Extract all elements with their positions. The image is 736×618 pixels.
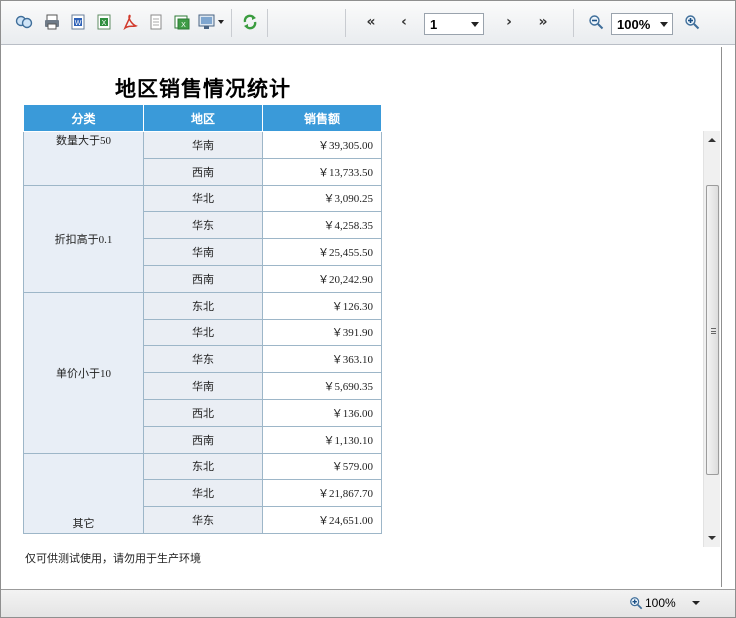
print-icon[interactable] [41, 11, 63, 33]
next-page-button[interactable]: › [501, 11, 517, 33]
page-number-select[interactable]: 1 [424, 13, 484, 35]
zoom-icon [630, 597, 643, 610]
region-cell: 东北 [143, 452, 263, 481]
sales-cell: ￥1,130.10 [262, 425, 382, 454]
table-row: 其它 东北 ￥579.00 [23, 452, 382, 534]
scroll-up-icon[interactable] [708, 138, 716, 142]
table-header-row: 分类 地区 销售额 [23, 104, 382, 132]
last-page-button[interactable]: » [533, 11, 553, 33]
sales-cell: ￥39,305.00 [262, 131, 382, 159]
excel-export-icon[interactable]: X [93, 11, 115, 33]
sales-cell: ￥391.90 [262, 318, 382, 347]
toolbar-separator [345, 9, 346, 37]
region-cell: 西南 [143, 264, 263, 293]
report-title: 地区销售情况统计 [115, 78, 291, 101]
svg-text:X: X [181, 22, 186, 29]
sales-cell: ￥4,258.35 [262, 211, 382, 240]
category-cell: 其它 [23, 452, 144, 534]
region-cell: 西南 [143, 425, 263, 454]
word-export-icon[interactable]: W [67, 11, 89, 33]
prev-page-button[interactable]: ‹ [396, 11, 412, 33]
chevron-down-icon [660, 22, 668, 27]
region-cell: 华东 [143, 506, 263, 534]
toolbar-separator [573, 9, 574, 37]
sales-cell: ￥21,867.70 [262, 479, 382, 508]
region-cell: 华东 [143, 211, 263, 240]
table-row: 折扣高于0.1 华北 ￥3,090.25 [23, 184, 382, 293]
zoom-select[interactable]: 100% [611, 13, 673, 35]
sales-cell: ￥363.10 [262, 345, 382, 374]
region-cell: 华北 [143, 479, 263, 508]
sales-cell: ￥136.00 [262, 398, 382, 427]
chevron-down-icon [471, 22, 479, 27]
region-cell: 华南 [143, 372, 263, 400]
sales-cell: ￥579.00 [262, 452, 382, 481]
svg-text:X: X [102, 20, 107, 27]
first-page-button[interactable]: « [361, 11, 381, 33]
status-bar: 100% [1, 589, 735, 617]
report-table-viewport: 分类 地区 销售额 数量大于50 华南 ￥39,305.00 西南 ￥13,733.50… [23, 104, 382, 549]
grip-icon [711, 328, 716, 334]
test-use-notice: 仅可供测试使用，请勿用于生产环境 [25, 553, 201, 565]
scroll-down-icon[interactable] [708, 536, 716, 540]
zoom-value: 100% [617, 16, 651, 32]
vertical-scrollbar[interactable] [703, 131, 720, 547]
category-cell: 数量大于50 [23, 131, 144, 186]
region-cell: 西北 [143, 398, 263, 427]
status-zoom-value: 100% [645, 596, 676, 610]
sales-cell: ￥126.30 [262, 291, 382, 320]
region-cell: 华南 [143, 131, 263, 159]
svg-text:W: W [75, 20, 82, 27]
header-region: 地区 [143, 104, 263, 132]
region-cell: 华东 [143, 345, 263, 374]
report-page: 地区销售情况统计 分类 地区 销售额 数量大于50 华南 ￥39,305.00 西南 ￥… [3, 47, 703, 587]
report-viewer-window: W X X « ‹ 1 › » 100% 地区销售情况统计 分类 地区 销售额 … [0, 0, 736, 618]
sales-cell: ￥5,690.35 [262, 372, 382, 400]
sales-cell: ￥24,651.00 [262, 506, 382, 534]
pdf-export-icon[interactable] [119, 11, 141, 33]
search-icon[interactable] [13, 11, 35, 33]
region-cell: 华南 [143, 238, 263, 266]
sales-table: 分类 地区 销售额 数量大于50 华南 ￥39,305.00 西南 ￥13,733.50… [23, 104, 382, 534]
header-category: 分类 [23, 104, 144, 132]
region-cell: 华北 [143, 318, 263, 347]
toolbar-separator [267, 9, 268, 37]
toolbar: W X X « ‹ 1 › » 100% [1, 1, 735, 45]
region-cell: 东北 [143, 291, 263, 320]
sales-cell: ￥25,455.50 [262, 238, 382, 266]
sales-cell: ￥13,733.50 [262, 157, 382, 186]
status-zoom[interactable]: 100% [629, 596, 700, 610]
toolbar-separator [231, 9, 232, 37]
scrollbar-thumb[interactable] [706, 185, 719, 475]
region-cell: 华北 [143, 184, 263, 213]
refresh-icon[interactable] [239, 11, 261, 33]
sales-cell: ￥20,242.90 [262, 264, 382, 293]
region-cell: 西南 [143, 157, 263, 186]
zoom-in-icon[interactable] [681, 11, 703, 33]
display-mode-icon[interactable] [197, 11, 227, 33]
image-export-icon[interactable]: X [171, 11, 193, 33]
chevron-down-icon[interactable] [691, 601, 700, 605]
table-row: 单价小于10 东北 ￥126.30 [23, 291, 382, 454]
category-cell: 单价小于10 [23, 291, 144, 454]
viewer-border [721, 47, 722, 587]
page-number-value: 1 [430, 16, 438, 32]
text-export-icon[interactable] [145, 11, 167, 33]
table-row: 数量大于50 华南 ￥39,305.00 [23, 131, 382, 186]
sales-cell: ￥3,090.25 [262, 184, 382, 213]
category-cell: 折扣高于0.1 [23, 184, 144, 293]
header-sales: 销售额 [262, 104, 382, 132]
zoom-out-icon[interactable] [585, 11, 607, 33]
